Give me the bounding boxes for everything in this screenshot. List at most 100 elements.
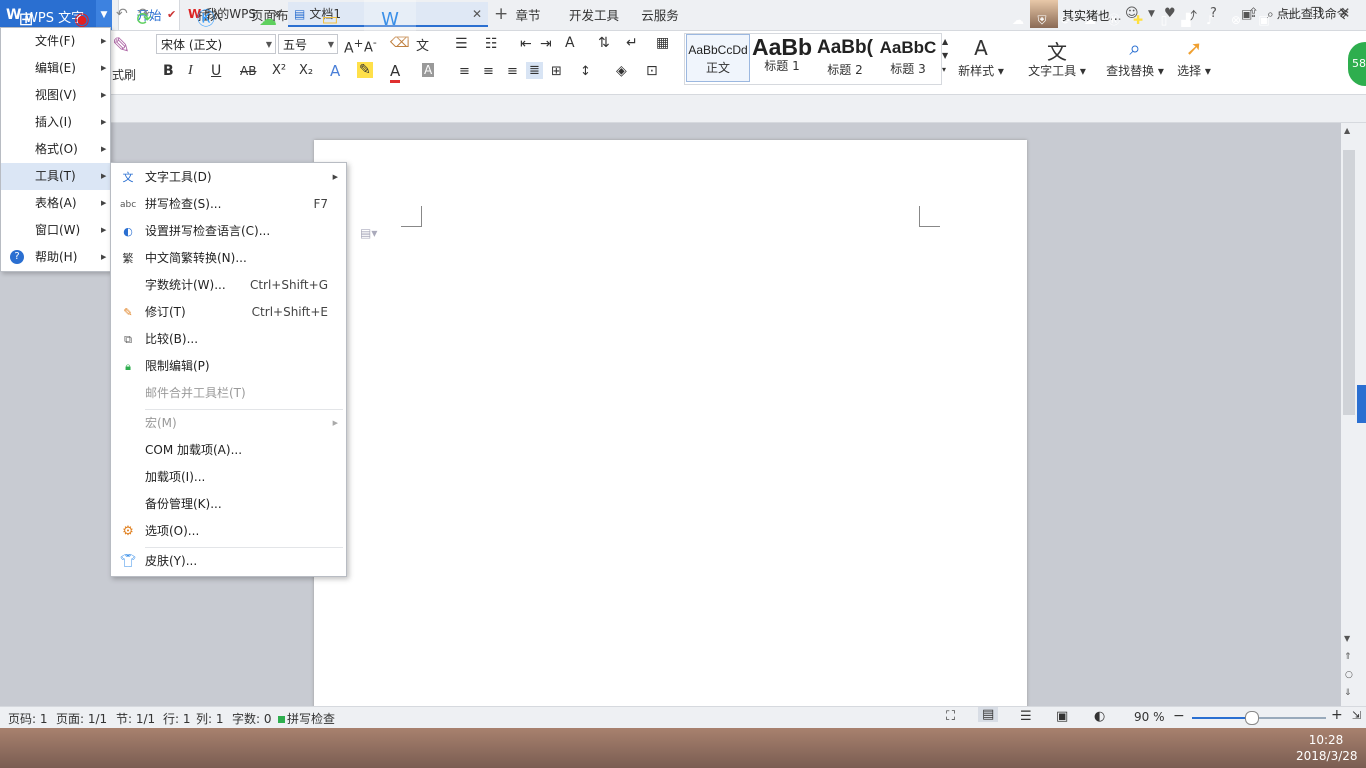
menu-item-file[interactable]: 文件(F) ▶ [1, 28, 110, 55]
status-page-code[interactable]: 页码: 1 [8, 710, 48, 727]
justify-icon[interactable]: ≣ [526, 62, 543, 79]
cloud-icon[interactable]: ☁ [1010, 12, 1026, 28]
style-heading-3[interactable]: AaBbC 标题 3 [878, 34, 938, 80]
format-painter-label[interactable]: 式刷 [112, 66, 136, 83]
text-tools-button[interactable]: 文 文字工具 ▾ [1027, 36, 1087, 79]
bullet-list-icon[interactable]: ☰ [455, 36, 468, 52]
scroll-down-icon[interactable]: ▼ [1344, 634, 1350, 643]
menu-item-com-addins[interactable]: COM 加载项(A)... [111, 437, 346, 464]
close-icon[interactable]: ✕ [472, 2, 482, 27]
side-badge[interactable]: 58 [1348, 42, 1366, 86]
zoom-out-icon[interactable]: − [1173, 708, 1185, 724]
find-replace-button[interactable]: ⌕ 查找替换 ▾ [1104, 36, 1166, 79]
fit-window-icon[interactable]: ⇲ [1352, 709, 1361, 722]
chevron-down-icon[interactable]: ▼ [1148, 9, 1155, 19]
numbered-list-icon[interactable]: ☷ [485, 36, 498, 52]
menu-item-window[interactable]: 窗口(W) ▶ [1, 217, 110, 244]
command-search[interactable]: ⌕ 点此查找命令 [1267, 2, 1366, 27]
zoom-level[interactable]: 90 % [1134, 710, 1165, 724]
scroll-up-icon[interactable]: ▲ [1344, 126, 1350, 135]
menu-item-chinese-convert[interactable]: 繁 中文简繁转换(N)... [111, 245, 346, 272]
plus-tray-icon[interactable]: ✚ [1130, 12, 1146, 28]
style-heading-2[interactable]: AaBb( 标题 2 [816, 34, 874, 80]
table-grid-icon[interactable]: ▦ [656, 35, 669, 51]
align-right-icon[interactable]: ≡ [507, 64, 518, 79]
strikethrough-icon[interactable]: AB [240, 64, 256, 78]
status-pages[interactable]: 页面: 1/1 [56, 710, 107, 727]
menu-item-tools[interactable]: 工具(T) ▶ [1, 163, 110, 190]
line-spacing-icon[interactable]: ↕ [580, 64, 591, 79]
new-style-button[interactable]: A 新样式 ▾ [958, 36, 1004, 79]
menu-item-spell-language[interactable]: ◐ 设置拼写检查语言(C)... [111, 218, 346, 245]
tab-cloud-services[interactable]: 云服务 [636, 0, 684, 30]
browse-object-icon[interactable]: ○ [1345, 670, 1353, 680]
k-app-icon[interactable]: Ⓚ [180, 0, 232, 40]
tab-chapter[interactable]: 章节 [504, 0, 552, 30]
menu-item-insert[interactable]: 插入(I) ▶ [1, 109, 110, 136]
align-center-icon[interactable]: ≡ [483, 64, 494, 79]
style-heading-1[interactable]: AaBb 标题 1 [752, 34, 812, 80]
style-normal[interactable]: AaBbCcDd 正文 [686, 34, 750, 82]
new-tab-icon[interactable]: + [494, 2, 508, 27]
wechat-tray-icon[interactable]: ☁ [1082, 12, 1098, 28]
paint-bucket-icon[interactable]: ◈ [616, 63, 627, 79]
text-effect-icon[interactable]: A [330, 62, 340, 80]
clock[interactable]: 10:28 2018/3/28 [1296, 732, 1358, 764]
underline-button[interactable]: U [211, 63, 221, 79]
sort-icon[interactable]: ⇅ [598, 35, 610, 51]
align-left-icon[interactable]: ≡ [459, 64, 470, 79]
select-button[interactable]: ➚ 选择 ▾ [1174, 36, 1214, 79]
bold-button[interactable]: B [163, 63, 174, 79]
green-app-icon[interactable]: ⟳ [118, 0, 170, 40]
increase-indent-icon[interactable]: ⇥ [540, 36, 552, 52]
wps-writer-taskbar-icon[interactable]: W [364, 0, 416, 40]
menu-item-word-count[interactable]: 字数统计(W)... Ctrl+Shift+G [111, 272, 346, 299]
status-word-count[interactable]: 字数: 0 [232, 710, 272, 727]
input-method-icon[interactable]: ⊗ [1228, 12, 1244, 28]
decrease-indent-icon[interactable]: ⇤ [520, 36, 532, 52]
page-view-icon[interactable]: ▤ [978, 707, 999, 722]
menu-item-compare[interactable]: ⧉ 比较(B)... [111, 326, 346, 353]
outline-view-icon[interactable]: ☰ [1020, 709, 1032, 724]
eye-protect-icon[interactable]: ◐ [1094, 709, 1105, 724]
menu-item-backup[interactable]: 备份管理(K)... [111, 491, 346, 518]
menu-item-text-tools[interactable]: 文 文字工具(D) ▶ [111, 164, 346, 191]
photo-tray-icon[interactable]: ▣ [1256, 12, 1272, 28]
menu-item-spell-check[interactable]: abc 拼写检查(S)... F7 [111, 191, 346, 218]
highlight-icon[interactable]: ✎ [357, 62, 373, 78]
scrollbar-thumb[interactable] [1343, 150, 1355, 415]
status-row[interactable]: 行: 1 [163, 710, 191, 727]
menu-item-format[interactable]: 格式(O) ▶ [1, 136, 110, 163]
full-screen-icon[interactable]: ⛶ [946, 709, 955, 724]
menu-item-skin[interactable]: 👕︎ 皮肤(Y)... [111, 548, 346, 575]
side-panel-toggle[interactable] [1357, 385, 1366, 423]
zoom-slider-handle[interactable] [1245, 711, 1259, 725]
green-refresh-icon[interactable]: ⟳ [1058, 12, 1074, 28]
k-tray-icon[interactable]: Ⓚ [1106, 12, 1122, 28]
menu-item-options[interactable]: ⚙ 选项(O)... [111, 518, 346, 545]
status-spell-check[interactable]: 拼写检查 [278, 710, 335, 727]
shield-icon[interactable]: ⛨ [1034, 12, 1050, 28]
superscript-icon[interactable]: X² [272, 63, 286, 78]
font-color-icon[interactable]: A [390, 62, 401, 83]
char-shading-icon[interactable]: A [422, 63, 435, 77]
volume-icon[interactable]: ♪ [1202, 12, 1218, 28]
document-page[interactable]: ▤▾ [314, 140, 1027, 710]
gallery-scroll-icon[interactable]: ▲ ▼ ▾ [942, 35, 948, 77]
menu-item-view[interactable]: 视图(V) ▶ [1, 82, 110, 109]
distributed-icon[interactable]: ⊞ [551, 64, 562, 79]
battery-icon[interactable]: ▯ [1156, 12, 1172, 28]
border-icon[interactable]: ⊡ [646, 63, 658, 79]
menu-item-restrict-edit[interactable]: 🔒︎ 限制编辑(P) [111, 353, 346, 380]
wifi-icon[interactable]: ▟ [1178, 12, 1194, 28]
menu-item-edit[interactable]: 编辑(E) ▶ [1, 55, 110, 82]
italic-button[interactable]: I [188, 63, 193, 79]
menu-item-help[interactable]: ? 帮助(H) ▶ [1, 244, 110, 271]
paste-options-icon[interactable]: ▤▾ [360, 226, 377, 240]
status-col[interactable]: 列: 1 [196, 710, 224, 727]
status-section[interactable]: 节: 1/1 [116, 710, 155, 727]
wechat-icon[interactable]: ☁ [242, 0, 294, 40]
phonetic-icon[interactable]: 文 [416, 35, 429, 54]
paragraph-mark-icon[interactable]: ↵ [626, 35, 638, 51]
zoom-in-icon[interactable]: + [1331, 707, 1343, 723]
